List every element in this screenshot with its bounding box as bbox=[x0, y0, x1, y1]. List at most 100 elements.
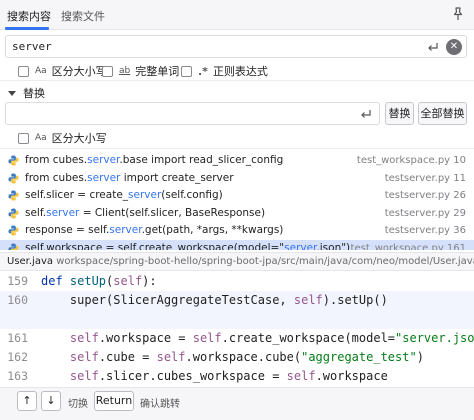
code-text: self.slicer.cubes_workspace = self.works… bbox=[41, 369, 388, 383]
replace-button[interactable]: 替换 bbox=[385, 102, 414, 125]
line-number: 162 bbox=[7, 350, 28, 364]
replace-all-button[interactable]: 全部替换 bbox=[418, 102, 467, 125]
whole-word-label: 完整单词 bbox=[135, 65, 180, 78]
result-match: server bbox=[284, 241, 317, 251]
option-replace-match-case[interactable]: Aa 区分大小写 bbox=[18, 130, 107, 146]
code-token: .workspace bbox=[315, 369, 388, 383]
result-file-location: testserver.py 36 bbox=[384, 225, 466, 236]
enter-icon[interactable] bbox=[426, 40, 440, 54]
regex-label: 正则表达式 bbox=[212, 65, 268, 78]
code-token: setUp bbox=[69, 274, 107, 288]
result-file-location: testserver.py 26 bbox=[384, 190, 466, 201]
result-code-line: self.server = Client(self.slicer, BaseRe… bbox=[25, 207, 265, 219]
confirm-jump-label: 确认跳转 bbox=[140, 399, 180, 410]
result-match: server bbox=[87, 154, 120, 166]
code-token: .slicer.cubes_workspace = bbox=[98, 369, 287, 383]
footer-bar: ↑ ↓ 切换 Return 确认跳转 bbox=[0, 387, 474, 420]
replace-toggle[interactable]: 替换 bbox=[8, 85, 45, 101]
collapse-triangle-icon bbox=[8, 90, 16, 96]
search-input[interactable]: server ✕ bbox=[5, 35, 467, 58]
code-line: 160 super(SlicerAggregateTestCase, self)… bbox=[0, 291, 474, 310]
code-token: self bbox=[69, 369, 99, 383]
code-text: self.cube = self.workspace.cube("aggrega… bbox=[41, 350, 424, 364]
line-number: 159 bbox=[7, 274, 28, 288]
code-line: 163 self.slicer.cubes_workspace = self.w… bbox=[0, 367, 474, 386]
search-result-row[interactable]: self.slicer = create_server(self.config)… bbox=[0, 187, 474, 205]
option-regex[interactable]: .* 正则表达式 bbox=[181, 63, 268, 79]
code-line: 162 self.cube = self.workspace.cube("agg… bbox=[0, 348, 474, 367]
code-token: ) bbox=[416, 350, 424, 364]
code-line: 159 def setUp(self): bbox=[0, 272, 474, 291]
replace-match-case-label: 区分大小写 bbox=[51, 132, 107, 145]
whole-word-checkbox[interactable] bbox=[102, 65, 113, 77]
code-token: ): bbox=[142, 274, 157, 288]
match-case-checkbox[interactable] bbox=[18, 65, 29, 77]
result-text-before: from cubes. bbox=[25, 154, 88, 166]
line-number: 161 bbox=[7, 331, 28, 345]
code-text: self.workspace = self.create_workspace(m… bbox=[41, 331, 474, 345]
return-key[interactable]: Return bbox=[94, 391, 134, 411]
result-file-location: test_workspace.py 161 bbox=[350, 242, 466, 251]
result-file-location: testserver.py 29 bbox=[384, 207, 466, 219]
enter-icon[interactable] bbox=[359, 107, 373, 121]
result-text-after: = Client(self.slicer, BaseResponse) bbox=[79, 206, 266, 219]
python-file-icon bbox=[8, 172, 19, 184]
code-token: self bbox=[156, 350, 186, 364]
search-result-row[interactable]: self.server = Client(self.slicer, BaseRe… bbox=[0, 205, 474, 223]
result-file-location: test_workspace.py 10 bbox=[356, 155, 466, 166]
result-text-after: .base import read_slicer_config bbox=[119, 154, 284, 166]
option-match-case[interactable]: Aa 区分大小写 bbox=[18, 63, 107, 79]
switch-label: 切换 bbox=[68, 399, 88, 410]
code-text: super(SlicerAggregateTestCase, self).set… bbox=[41, 293, 388, 307]
clear-icon[interactable]: ✕ bbox=[446, 39, 462, 55]
code-text: def setUp(self): bbox=[41, 274, 157, 288]
replace-match-case-checkbox[interactable] bbox=[18, 132, 29, 144]
search-input-value: server bbox=[12, 40, 52, 53]
result-code-line: response = self.server.get(path, *args, … bbox=[25, 224, 283, 236]
result-code-line: self.workspace = self.create_workspace(m… bbox=[25, 242, 350, 251]
tab-search-content[interactable]: 搜索内容 bbox=[7, 8, 51, 24]
result-text-before: self.workspace = self.create_workspace(m… bbox=[25, 241, 285, 251]
search-result-row[interactable]: from cubes.server import create_server te… bbox=[0, 170, 474, 188]
regex-checkbox[interactable] bbox=[181, 65, 192, 77]
whole-word-icon: ab bbox=[119, 66, 131, 76]
code-token: super(SlicerAggregateTestCase, bbox=[41, 293, 294, 307]
pin-icon[interactable] bbox=[450, 6, 466, 22]
code-token: self bbox=[69, 331, 99, 345]
code-token: self bbox=[69, 350, 99, 364]
path-file-name: User.java bbox=[7, 256, 54, 267]
match-case-label: 区分大小写 bbox=[51, 65, 107, 78]
search-result-row[interactable]: from cubes.server.base import read_slice… bbox=[0, 152, 474, 170]
match-case-icon: Aa bbox=[35, 66, 47, 76]
code-token: ).setUp() bbox=[322, 293, 388, 307]
code-preview[interactable]: 159 def setUp(self): 160 super(SlicerAggre… bbox=[0, 272, 474, 386]
result-code-line: from cubes.server.base import read_slice… bbox=[25, 154, 283, 166]
result-text-before: from cubes. bbox=[25, 171, 88, 184]
code-line bbox=[0, 310, 474, 329]
code-token: self bbox=[192, 331, 222, 345]
result-code-line: self.slicer = create_server(self.config) bbox=[25, 189, 223, 201]
option-whole-word[interactable]: ab 完整单词 bbox=[102, 63, 179, 79]
search-result-row[interactable]: self.workspace = self.create_workspace(m… bbox=[0, 239, 474, 251]
code-token: self bbox=[293, 293, 323, 307]
result-text-after: .json") bbox=[316, 241, 351, 251]
replace-header-label: 替换 bbox=[23, 87, 45, 100]
result-match: server bbox=[87, 171, 121, 184]
replace-input[interactable] bbox=[5, 102, 380, 125]
code-token: .workspace.cube( bbox=[185, 350, 302, 364]
down-key[interactable]: ↓ bbox=[41, 391, 61, 411]
python-file-icon bbox=[8, 242, 19, 250]
python-file-icon bbox=[8, 190, 19, 201]
result-text-before: self. bbox=[25, 206, 47, 219]
result-file-location: testserver.py 11 bbox=[384, 172, 466, 184]
result-text-after: (self.config) bbox=[161, 189, 223, 201]
code-token: .create_workspace(model= bbox=[221, 331, 396, 345]
python-file-icon bbox=[8, 207, 19, 219]
result-text-after: .get(path, *args, **kwargs) bbox=[141, 224, 284, 236]
search-result-row[interactable]: response = self.server.get(path, *args, … bbox=[0, 222, 474, 240]
tab-search-files[interactable]: 搜索文件 bbox=[61, 8, 105, 24]
line-number: 163 bbox=[7, 369, 28, 383]
search-results-list: from cubes.server.base import read_slice… bbox=[0, 152, 474, 250]
up-key[interactable]: ↑ bbox=[17, 391, 37, 411]
